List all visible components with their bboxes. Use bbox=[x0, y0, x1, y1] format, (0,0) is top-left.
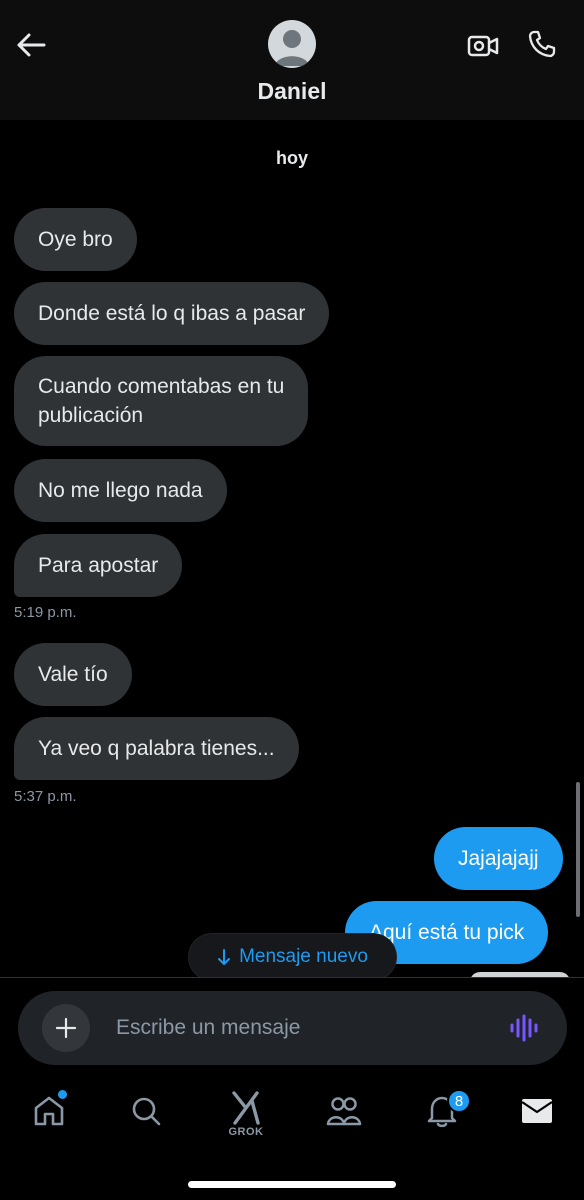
tab-search[interactable] bbox=[118, 1083, 174, 1139]
add-attachment-button[interactable] bbox=[42, 1004, 90, 1052]
envelope-icon bbox=[521, 1099, 553, 1123]
message-timestamp: 5:19 p.m. bbox=[14, 604, 77, 621]
tab-communities[interactable] bbox=[316, 1083, 372, 1139]
home-icon bbox=[34, 1096, 64, 1126]
grok-label: GROK bbox=[228, 1126, 264, 1138]
composer bbox=[18, 991, 567, 1065]
message-bubble-incoming[interactable]: Donde está lo q ibas a pasar bbox=[14, 282, 330, 345]
message-bubble-outgoing[interactable]: Jajajajajj bbox=[434, 827, 563, 890]
tab-home[interactable] bbox=[21, 1083, 77, 1139]
arrow-down-icon bbox=[218, 949, 231, 965]
message-bubble-incoming[interactable]: Cuando comentabas en tu publicación bbox=[14, 356, 309, 446]
avatar[interactable] bbox=[268, 20, 316, 68]
message-timestamp: 5:37 p.m. bbox=[14, 788, 77, 805]
people-icon bbox=[326, 1097, 362, 1126]
message-bubble-incoming[interactable]: Ya veo q palabra tienes... bbox=[14, 717, 299, 780]
conversation-header: Daniel bbox=[0, 0, 584, 120]
tab-messages[interactable] bbox=[509, 1083, 565, 1139]
message-bubble-incoming[interactable]: Vale tío bbox=[14, 643, 132, 706]
scrollbar[interactable] bbox=[576, 782, 580, 917]
arrow-left-icon bbox=[17, 33, 46, 57]
message-bubble-incoming[interactable]: Para apostar bbox=[14, 534, 183, 597]
grok-icon bbox=[232, 1091, 260, 1125]
home-notification-dot bbox=[58, 1090, 67, 1099]
voice-waveform-icon bbox=[510, 1014, 538, 1042]
back-button[interactable] bbox=[14, 28, 48, 62]
home-indicator bbox=[188, 1181, 396, 1188]
default-avatar-icon bbox=[275, 30, 309, 66]
video-call-button[interactable] bbox=[465, 28, 501, 64]
plus-icon bbox=[55, 1017, 77, 1039]
new-message-label: Mensaje nuevo bbox=[239, 946, 368, 967]
date-separator: hoy bbox=[275, 148, 308, 168]
message-bubble-incoming[interactable]: Oye bro bbox=[14, 208, 137, 271]
video-camera-icon bbox=[467, 35, 499, 57]
contact-name[interactable]: Daniel bbox=[0, 78, 584, 105]
message-bubble-incoming[interactable]: No me llego nada bbox=[14, 459, 227, 522]
notifications-count-badge: 8 bbox=[447, 1089, 471, 1113]
message-input[interactable] bbox=[116, 991, 496, 1065]
composer-area bbox=[0, 977, 584, 1073]
voice-message-button[interactable] bbox=[506, 1013, 542, 1043]
voice-call-button[interactable] bbox=[524, 26, 560, 62]
new-message-button[interactable]: Mensaje nuevo bbox=[189, 934, 396, 980]
search-icon bbox=[132, 1097, 161, 1126]
phone-icon bbox=[528, 30, 556, 58]
